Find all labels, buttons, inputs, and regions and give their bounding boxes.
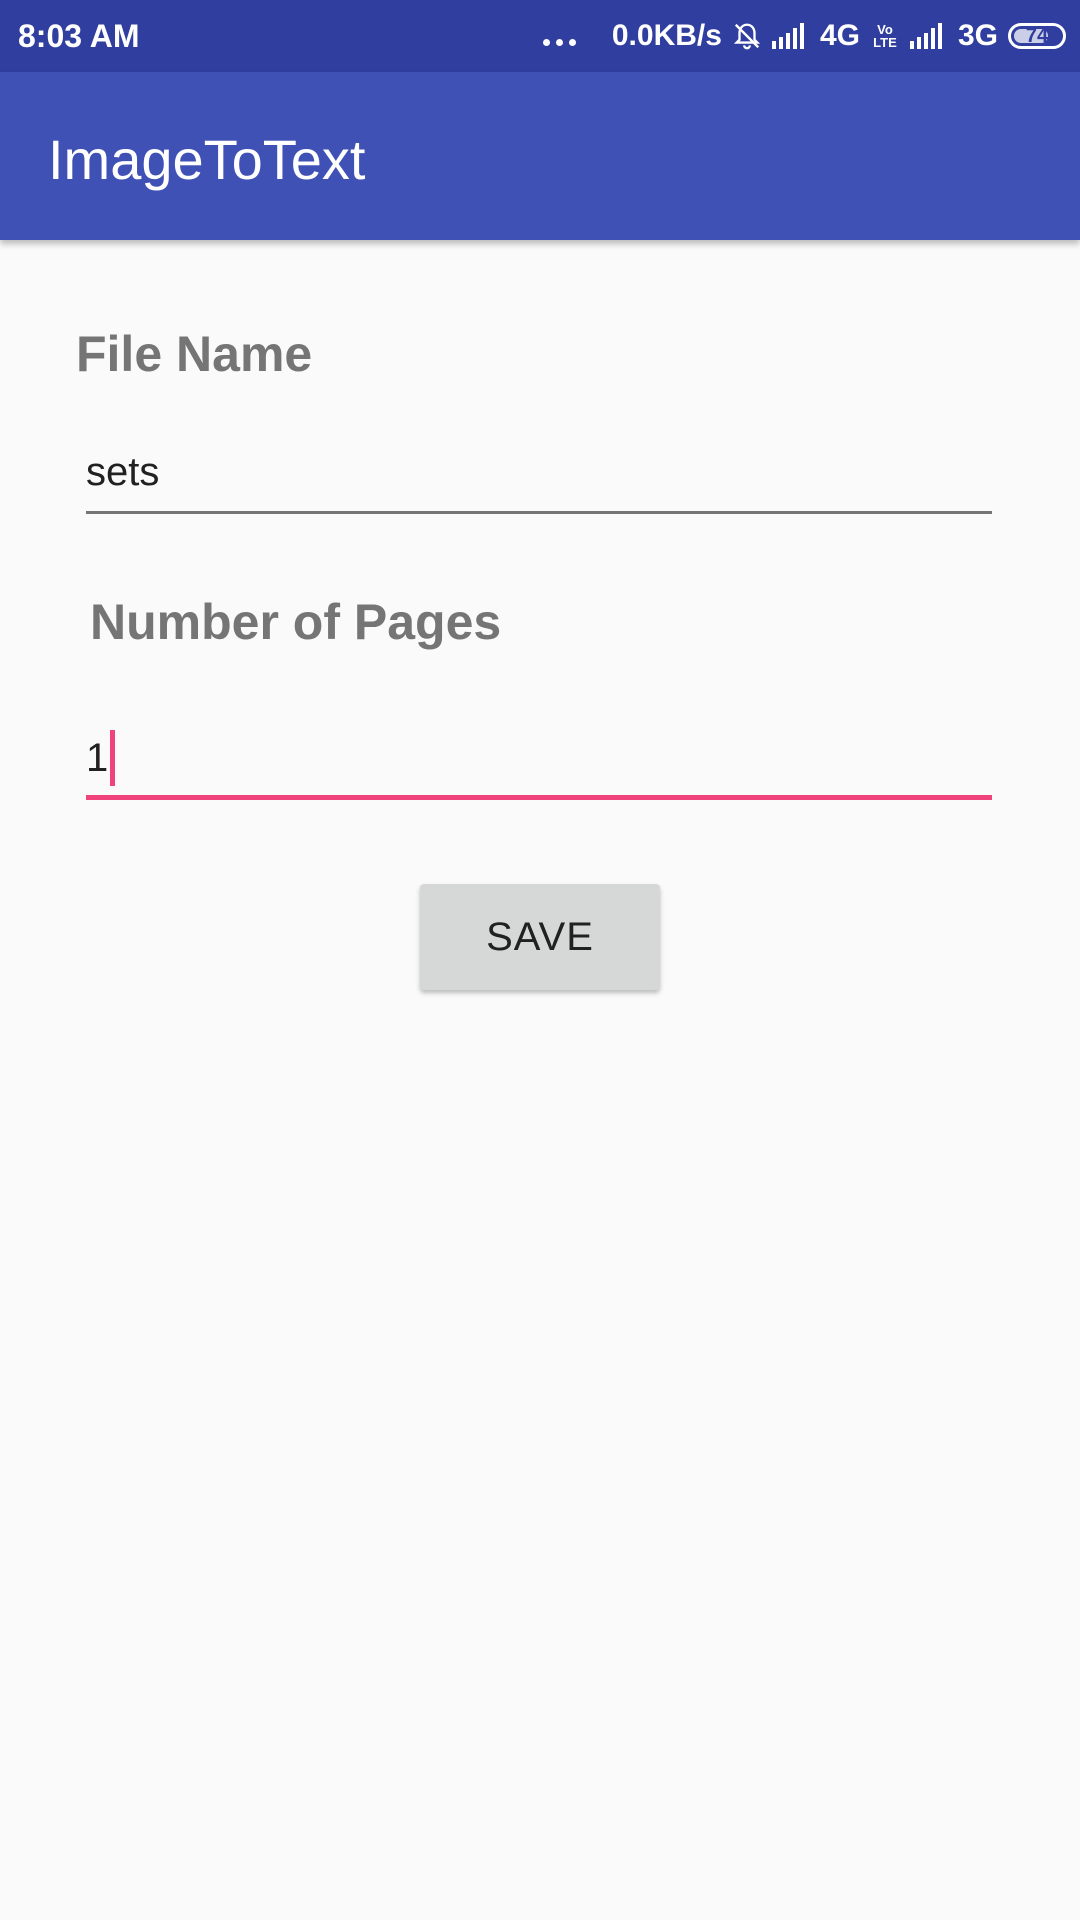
network-type-3g: 3G <box>957 19 998 52</box>
save-button[interactable]: SAVE <box>420 884 660 990</box>
screen: 8:03 AM 0.0KB/s 4G Vo LTE 3G 74 ImageToT… <box>0 0 1080 1920</box>
pages-value-wrap: 1 <box>86 730 116 786</box>
volte-bottom: LTE <box>873 35 897 50</box>
app-title: ImageToText <box>48 128 366 191</box>
battery-level: 74 <box>1025 24 1049 47</box>
pages-field[interactable]: 1 <box>86 728 992 800</box>
bell-muted-icon <box>733 23 761 50</box>
pages-label: Number of Pages <box>90 594 502 650</box>
status-time: 8:03 AM <box>18 18 140 54</box>
pages-value: 1 <box>86 736 109 780</box>
app-bar: ImageToText <box>0 72 1080 240</box>
network-speed: 0.0KB/s <box>611 19 722 52</box>
file-name-value: sets <box>86 450 160 494</box>
file-name-label: File Name <box>76 326 313 382</box>
status-bar: 8:03 AM 0.0KB/s 4G Vo LTE 3G 74 <box>0 0 1080 72</box>
volte-icon: Vo LTE <box>870 23 900 49</box>
status-icons: 0.0KB/s 4G Vo LTE 3G 74 <box>542 14 1066 58</box>
signal-strength-icon <box>771 23 804 49</box>
text-cursor <box>110 730 116 786</box>
file-name-field[interactable]: sets <box>86 448 992 514</box>
network-type-4g: 4G <box>819 19 860 52</box>
signal-strength-icon-2 <box>909 23 942 49</box>
battery-icon: 74 <box>1008 23 1066 49</box>
pages-underline <box>86 795 992 800</box>
file-name-underline <box>86 511 992 514</box>
more-notifications-icon <box>542 38 576 46</box>
